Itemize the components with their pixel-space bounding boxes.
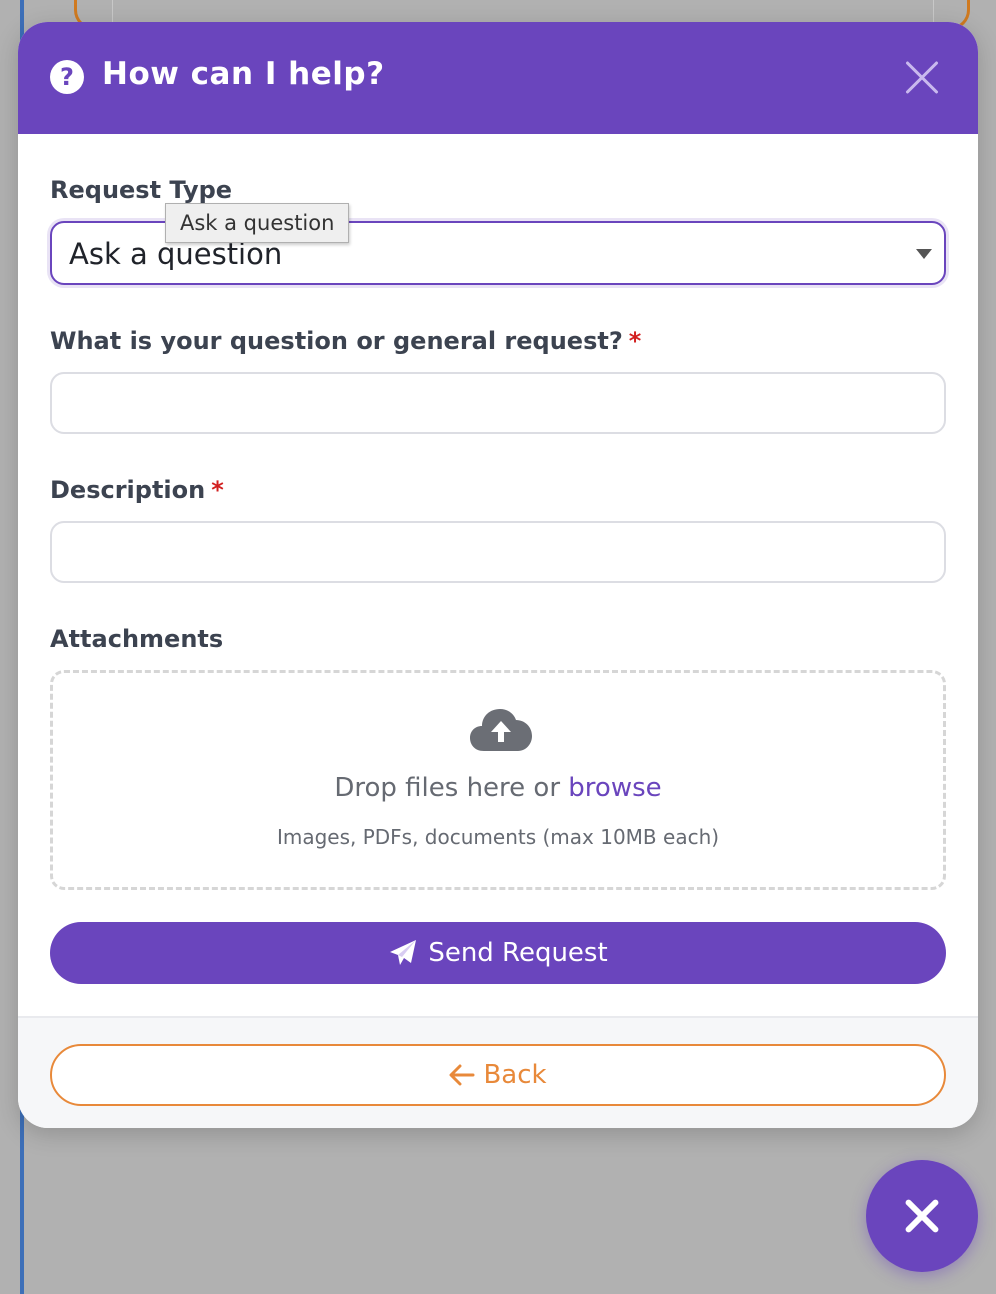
cloud-upload-icon	[470, 709, 532, 751]
send-request-label: Send Request	[428, 938, 608, 968]
dropzone-prompt: Drop files here or	[334, 773, 561, 803]
required-marker: *	[211, 476, 224, 504]
arrow-left-icon	[449, 1064, 475, 1086]
question-label: What is your question or general request…	[50, 327, 641, 355]
help-modal: ? How can I help? Request Type Ask a que…	[18, 22, 978, 1128]
dropzone-hint: Images, PDFs, documents (max 10MB each)	[276, 825, 720, 849]
paper-plane-icon	[390, 940, 417, 965]
select-tooltip: Ask a question	[165, 203, 350, 243]
question-input[interactable]	[50, 372, 946, 434]
question-circle-icon: ?	[50, 60, 84, 94]
close-icon	[902, 1196, 942, 1236]
description-label-text: Description	[50, 476, 206, 504]
caret-down-icon	[916, 249, 932, 259]
modal-footer: Back	[18, 1016, 978, 1128]
question-label-text: What is your question or general request…	[50, 327, 623, 355]
back-label: Back	[483, 1060, 547, 1090]
modal-title: How can I help?	[102, 56, 385, 92]
description-label: Description *	[50, 476, 224, 504]
dropzone-text: Drop files here or browse	[53, 773, 943, 803]
request-type-label: Request Type	[50, 176, 233, 204]
modal-header: ? How can I help?	[18, 22, 978, 134]
close-modal-button[interactable]	[902, 58, 942, 98]
send-request-button[interactable]: Send Request	[50, 922, 946, 984]
attachments-label: Attachments	[50, 625, 224, 653]
required-marker: *	[628, 327, 642, 355]
close-help-fab[interactable]	[866, 1160, 978, 1272]
description-input[interactable]	[50, 521, 946, 583]
attachments-dropzone[interactable]: Drop files here or browse Images, PDFs, …	[50, 670, 946, 890]
back-button[interactable]: Back	[50, 1044, 946, 1106]
browse-link[interactable]: browse	[568, 773, 661, 803]
